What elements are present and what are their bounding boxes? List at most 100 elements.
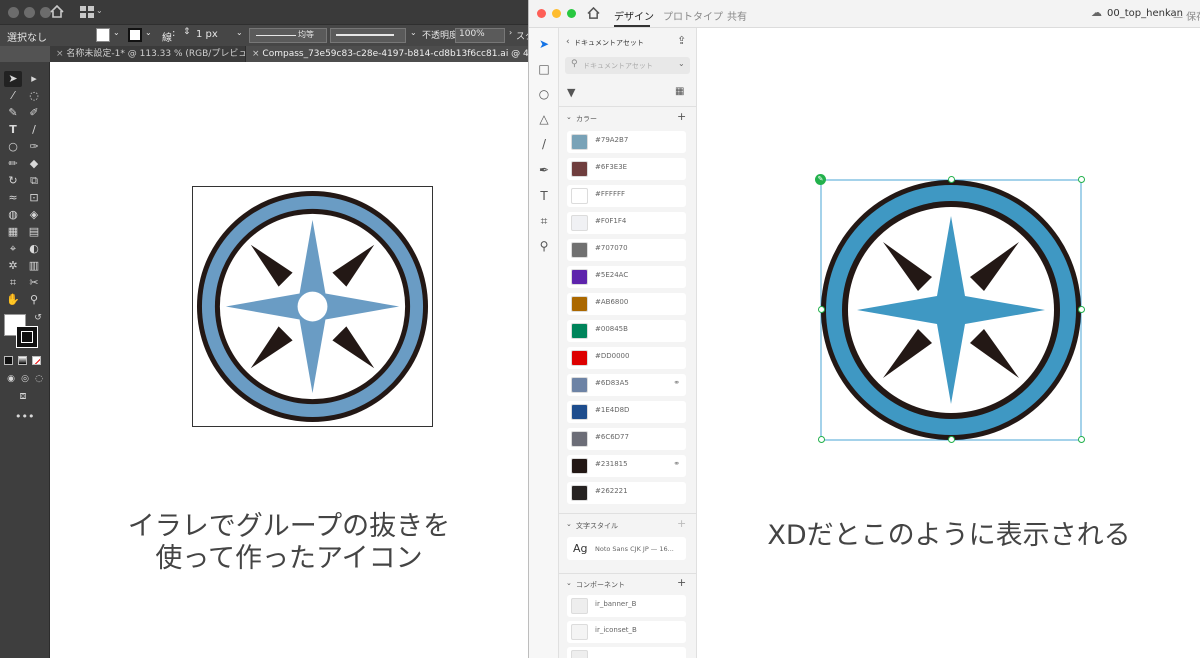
- compass-icon-selected[interactable]: [820, 179, 1082, 441]
- stroke-width-field[interactable]: 1 px: [196, 29, 218, 40]
- pen-tool-icon[interactable]: ✎: [5, 106, 21, 120]
- resize-handle[interactable]: [818, 436, 825, 443]
- chevron-down-icon[interactable]: ⌄: [145, 28, 152, 37]
- share-icon[interactable]: ⇪: [677, 34, 686, 47]
- document-tab[interactable]: × 名称未設定-1* @ 113.33 % (RGB/プレビュー): [50, 46, 246, 62]
- magic-wand-tool-icon[interactable]: ⁄: [5, 89, 21, 103]
- resize-handle[interactable]: [1078, 436, 1085, 443]
- grid-view-icon[interactable]: ▦: [675, 86, 684, 97]
- eraser-tool-icon[interactable]: ◆: [26, 157, 42, 171]
- color-swatch-item[interactable]: #707070: [567, 239, 686, 261]
- add-component-icon[interactable]: +: [677, 576, 686, 589]
- text-tool-icon[interactable]: T: [536, 188, 552, 204]
- paintbrush-tool-icon[interactable]: ✑: [26, 140, 42, 154]
- line-tool-icon[interactable]: /: [26, 123, 42, 137]
- asset-search-input[interactable]: ⚲ ドキュメントアセット ⌄: [565, 57, 690, 74]
- resize-handle[interactable]: [1078, 306, 1085, 313]
- screen-mode-icon[interactable]: ⧈: [15, 389, 31, 403]
- color-swatch-item[interactable]: #6F3E3E: [567, 158, 686, 180]
- panel-title[interactable]: ドキュメントアセット: [574, 38, 644, 48]
- color-swatch-item[interactable]: #6C6D77: [567, 428, 686, 450]
- free-transform-tool-icon[interactable]: ⊡: [26, 191, 42, 205]
- opacity-field[interactable]: 100%: [455, 28, 505, 43]
- color-swatch-item[interactable]: #231815 ⚭: [567, 455, 686, 477]
- component-item[interactable]: [567, 647, 686, 658]
- hand-tool-icon[interactable]: ✋: [5, 293, 21, 307]
- resize-handle[interactable]: [948, 176, 955, 183]
- filter-icon[interactable]: ▼: [567, 86, 575, 99]
- live-paint-tool-icon[interactable]: ◈: [26, 208, 42, 222]
- chevron-right-icon[interactable]: ›: [509, 28, 512, 37]
- symbol-sprayer-tool-icon[interactable]: ✲: [5, 259, 21, 273]
- blend-tool-icon[interactable]: ◐: [26, 242, 42, 256]
- pen-tool-icon[interactable]: ✒: [536, 162, 552, 178]
- stroke-swatch[interactable]: [128, 28, 142, 42]
- rectangle-tool-icon[interactable]: □: [536, 61, 552, 77]
- slice-tool-icon[interactable]: ✂: [26, 276, 42, 290]
- resize-handle[interactable]: [1078, 176, 1085, 183]
- select-tool-icon[interactable]: ➤: [536, 36, 552, 52]
- graph-tool-icon[interactable]: ▥: [26, 259, 42, 273]
- group-edit-icon[interactable]: ✎: [815, 174, 826, 185]
- direct-selection-tool-icon[interactable]: ▸: [26, 72, 42, 86]
- home-icon[interactable]: [587, 7, 600, 19]
- home-icon[interactable]: [50, 5, 64, 18]
- curvature-tool-icon[interactable]: ✐: [26, 106, 42, 120]
- chevron-down-icon[interactable]: ⌄: [113, 28, 120, 37]
- minimize-window-button[interactable]: [24, 7, 35, 18]
- back-icon[interactable]: ‹: [566, 37, 570, 47]
- polygon-tool-icon[interactable]: △: [536, 111, 552, 127]
- mesh-tool-icon[interactable]: ▦: [5, 225, 21, 239]
- stroke-color-box[interactable]: [16, 326, 38, 348]
- type-tool-icon[interactable]: T: [5, 123, 21, 137]
- components-section-header[interactable]: コンポーネント: [576, 580, 625, 590]
- more-tools-icon[interactable]: •••: [15, 410, 34, 424]
- draw-inside-icon[interactable]: ◌: [31, 372, 47, 386]
- color-swatch-item[interactable]: #262221: [567, 482, 686, 504]
- chevron-down-icon[interactable]: ⌄: [678, 59, 685, 68]
- component-item[interactable]: ir_banner_B: [567, 595, 686, 617]
- close-icon[interactable]: ×: [252, 49, 260, 59]
- tab-prototype[interactable]: プロトタイプ: [663, 8, 723, 23]
- add-color-icon[interactable]: +: [677, 110, 686, 123]
- line-tool-icon[interactable]: /: [536, 136, 552, 152]
- artboard-tool-icon[interactable]: ⌗: [5, 276, 21, 290]
- minimize-window-button[interactable]: [552, 9, 561, 18]
- rotate-tool-icon[interactable]: ↻: [5, 174, 21, 188]
- color-swatch-item[interactable]: #FFFFFF: [567, 185, 686, 207]
- zoom-tool-icon[interactable]: ⚲: [536, 238, 552, 254]
- chevron-down-icon[interactable]: ⌄: [566, 520, 572, 528]
- color-swatch-item[interactable]: #DD0000: [567, 347, 686, 369]
- compass-icon[interactable]: [193, 187, 432, 426]
- lasso-tool-icon[interactable]: ◌: [26, 89, 42, 103]
- ellipse-tool-icon[interactable]: ○: [536, 86, 552, 102]
- colors-section-header[interactable]: カラー: [576, 114, 597, 124]
- component-item[interactable]: ir_iconset_B: [567, 621, 686, 643]
- resize-handle[interactable]: [818, 306, 825, 313]
- close-icon[interactable]: ×: [56, 49, 64, 59]
- tab-design[interactable]: デザイン: [614, 8, 654, 23]
- close-window-button[interactable]: [537, 9, 546, 18]
- gradient-mode-icon[interactable]: [18, 356, 27, 365]
- color-swatch-item[interactable]: #79A2B7: [567, 131, 686, 153]
- document-tab-active[interactable]: × Compass_73e59c83-c28e-4197-b814-cd8b13…: [246, 46, 528, 62]
- color-swatch-item[interactable]: #6D83A5 ⚭: [567, 374, 686, 396]
- color-swatch-item[interactable]: #00845B: [567, 320, 686, 342]
- color-swatch-item[interactable]: #5E24AC: [567, 266, 686, 288]
- color-swatch-item[interactable]: #AB6800: [567, 293, 686, 315]
- eyedropper-tool-icon[interactable]: ⌖: [5, 242, 21, 256]
- swap-colors-icon[interactable]: ↺: [30, 311, 46, 325]
- character-style-item[interactable]: Ag Noto Sans CJK JP — 16...: [567, 537, 686, 560]
- fill-swatch[interactable]: [96, 28, 110, 42]
- zoom-tool-icon[interactable]: ⚲: [26, 293, 42, 307]
- selection-tool-icon[interactable]: ➤: [5, 72, 21, 86]
- shaper-tool-icon[interactable]: ✏: [5, 157, 21, 171]
- chevron-down-icon[interactable]: ⌄: [410, 28, 417, 37]
- scale-tool-icon[interactable]: ⧉: [26, 174, 42, 188]
- none-mode-icon[interactable]: [32, 356, 41, 365]
- shape-builder-tool-icon[interactable]: ◍: [5, 208, 21, 222]
- chevron-down-icon[interactable]: ⌄: [236, 28, 243, 37]
- stepper-icon[interactable]: ⇕: [183, 27, 191, 37]
- gradient-tool-icon[interactable]: ▤: [26, 225, 42, 239]
- character-styles-header[interactable]: 文字スタイル: [576, 521, 618, 531]
